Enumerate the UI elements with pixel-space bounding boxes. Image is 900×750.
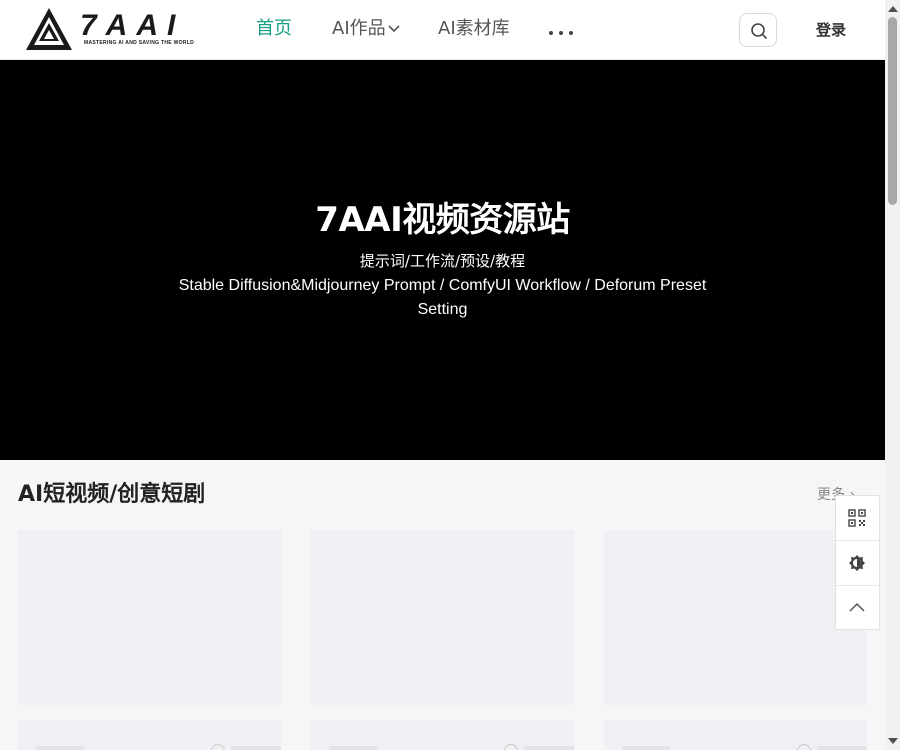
logo-tagline: MASTERING AI AND SAVING THE WORLD [84,40,194,46]
site-header: 7AAI MASTERING AI AND SAVING THE WORLD 首… [0,0,885,76]
logo-triangle-icon [26,8,72,50]
section-title: AI短视频/创意短剧 [18,482,206,507]
chevron-down-icon [388,25,400,33]
video-card-info-placeholder [18,720,281,750]
page: 7AAI MASTERING AI AND SAVING THE WORLD 首… [0,0,900,750]
search-button[interactable] [739,13,777,47]
video-card-thumbnail[interactable] [311,530,574,705]
hero-title: 7AAI视频资源站 [315,200,570,240]
nav-item-label: AI作品 [332,18,386,39]
scroll-down-arrow-icon[interactable] [888,738,898,744]
logo-text: 7AAI [80,9,185,42]
floating-toolbar [835,495,880,630]
nav-item-ai-assets[interactable]: AI素材库 [438,17,510,41]
nav-item-home[interactable]: 首页 [256,17,293,76]
hero-subtitle: 提示词/工作流/预设/教程 [359,252,526,270]
page-scrollbar[interactable] [885,0,900,750]
qr-code-button[interactable] [836,496,879,540]
hero-description: Stable Diffusion&Midjourney Prompt / Com… [178,277,707,318]
more-dots-icon[interactable] [548,24,578,40]
nav-item-ai-works[interactable]: AI作品 [332,17,400,41]
site-logo[interactable]: 7AAI MASTERING AI AND SAVING THE WORLD [24,6,194,52]
video-card-info-placeholder [604,720,867,750]
theme-toggle-icon [849,555,865,571]
login-button[interactable]: 登录 [816,20,846,40]
video-card-info-placeholder [311,720,574,750]
scroll-up-arrow-icon[interactable] [888,6,898,12]
hero-banner: 7AAI视频资源站 提示词/工作流/预设/教程 Stable Diffusion… [0,60,885,460]
nav-item-label: AI素材库 [438,18,510,39]
nav-item-label: 首页 [256,18,292,39]
search-icon [751,23,768,40]
qr-code-icon [848,509,866,527]
scrollbar-thumb[interactable] [888,17,897,205]
back-to-top-button[interactable] [836,585,879,629]
theme-toggle-button[interactable] [836,540,879,584]
back-to-top-icon [849,602,865,612]
video-card-thumbnail[interactable] [18,530,281,705]
video-card-thumbnail[interactable] [604,530,867,705]
